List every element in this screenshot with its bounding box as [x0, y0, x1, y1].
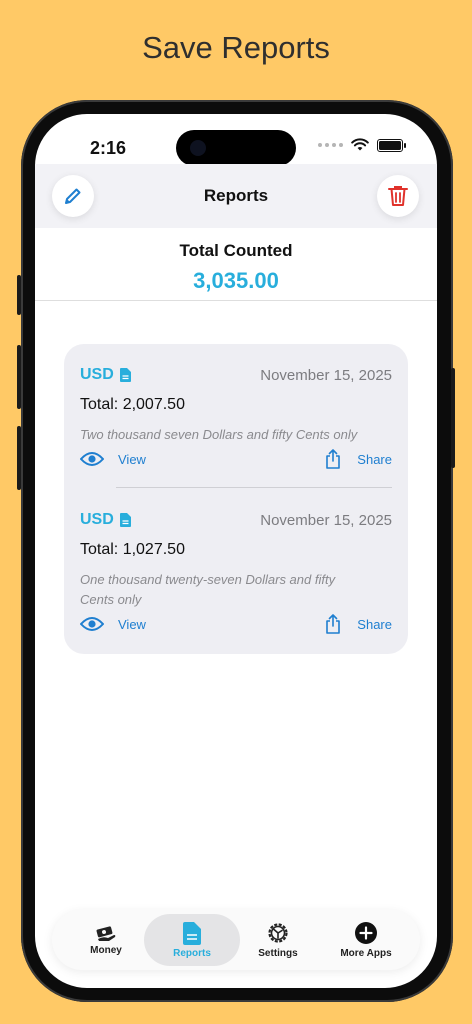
signal-icon: [318, 143, 343, 147]
status-indicators: [318, 138, 406, 152]
camera-icon: [190, 140, 206, 156]
tab-settings[interactable]: Settings: [232, 914, 324, 966]
report-total: Total: 2,007.50: [80, 396, 185, 413]
report-divider: [116, 487, 392, 488]
gear-icon: [268, 923, 288, 943]
total-value: 3,035.00: [193, 268, 279, 293]
currency-label: USD: [80, 366, 114, 383]
trash-icon: [388, 186, 408, 206]
dynamic-island: [176, 130, 296, 166]
share-icon: [326, 614, 341, 634]
tab-label: More Apps: [340, 948, 392, 959]
view-button[interactable]: View: [80, 616, 146, 632]
phone-volume-down: [17, 426, 21, 490]
report-currency[interactable]: USD: [80, 366, 131, 384]
report-item: USD November 15, 2025 Total: 2,007.50 Tw…: [80, 366, 392, 486]
reports-card: USD November 15, 2025 Total: 2,007.50 Tw…: [64, 344, 408, 654]
wifi-icon: [351, 138, 369, 151]
share-button[interactable]: Share: [325, 449, 392, 469]
tab-money[interactable]: Money: [60, 914, 152, 966]
report-date: November 15, 2025: [260, 367, 392, 384]
battery-icon: [377, 138, 406, 152]
eye-icon: [80, 617, 104, 631]
delete-button[interactable]: [377, 175, 419, 217]
share-label: Share: [357, 616, 392, 632]
report-date: November 15, 2025: [260, 512, 392, 529]
total-label: Total Counted: [179, 241, 293, 260]
view-label: View: [118, 616, 146, 632]
tab-reports[interactable]: Reports: [144, 914, 240, 966]
report-amount-words: One thousand twenty-seven Dollars and fi…: [80, 572, 336, 607]
view-label: View: [118, 451, 146, 467]
currency-label: USD: [80, 511, 114, 528]
money-icon: [96, 926, 116, 941]
share-icon: [326, 449, 341, 469]
total-summary: Total Counted 3,035.00: [35, 228, 437, 301]
tab-label: Settings: [258, 948, 298, 959]
phone-volume-up: [17, 345, 21, 409]
report-amount-words: Two thousand seven Dollars and fifty Cen…: [80, 427, 358, 442]
promo-headline: Save Reports: [142, 30, 330, 65]
tab-label: Reports: [173, 947, 211, 959]
document-icon: [183, 921, 201, 945]
view-button[interactable]: View: [80, 451, 146, 467]
eye-icon: [80, 452, 104, 466]
phone-screen: 2:16 Reports Total Counted 3,035.00 USD …: [35, 114, 437, 988]
tab-more-apps[interactable]: More Apps: [320, 914, 412, 966]
share-label: Share: [357, 451, 392, 467]
document-icon: [119, 368, 131, 382]
status-time: 2:16: [90, 138, 127, 158]
plus-circle-icon: [355, 922, 377, 944]
report-total: Total: 1,027.50: [80, 541, 185, 558]
report-currency[interactable]: USD: [80, 511, 131, 529]
phone-side-button: [17, 275, 21, 315]
nav-bar: Reports: [35, 164, 437, 228]
tab-bar: Money Reports Settings More Apps: [52, 910, 420, 970]
document-icon: [119, 513, 131, 527]
report-item: USD November 15, 2025 Total: 1,027.50 On…: [80, 511, 392, 641]
share-button[interactable]: Share: [325, 614, 392, 634]
tab-label: Money: [90, 945, 122, 956]
phone-power-button: [451, 368, 455, 468]
